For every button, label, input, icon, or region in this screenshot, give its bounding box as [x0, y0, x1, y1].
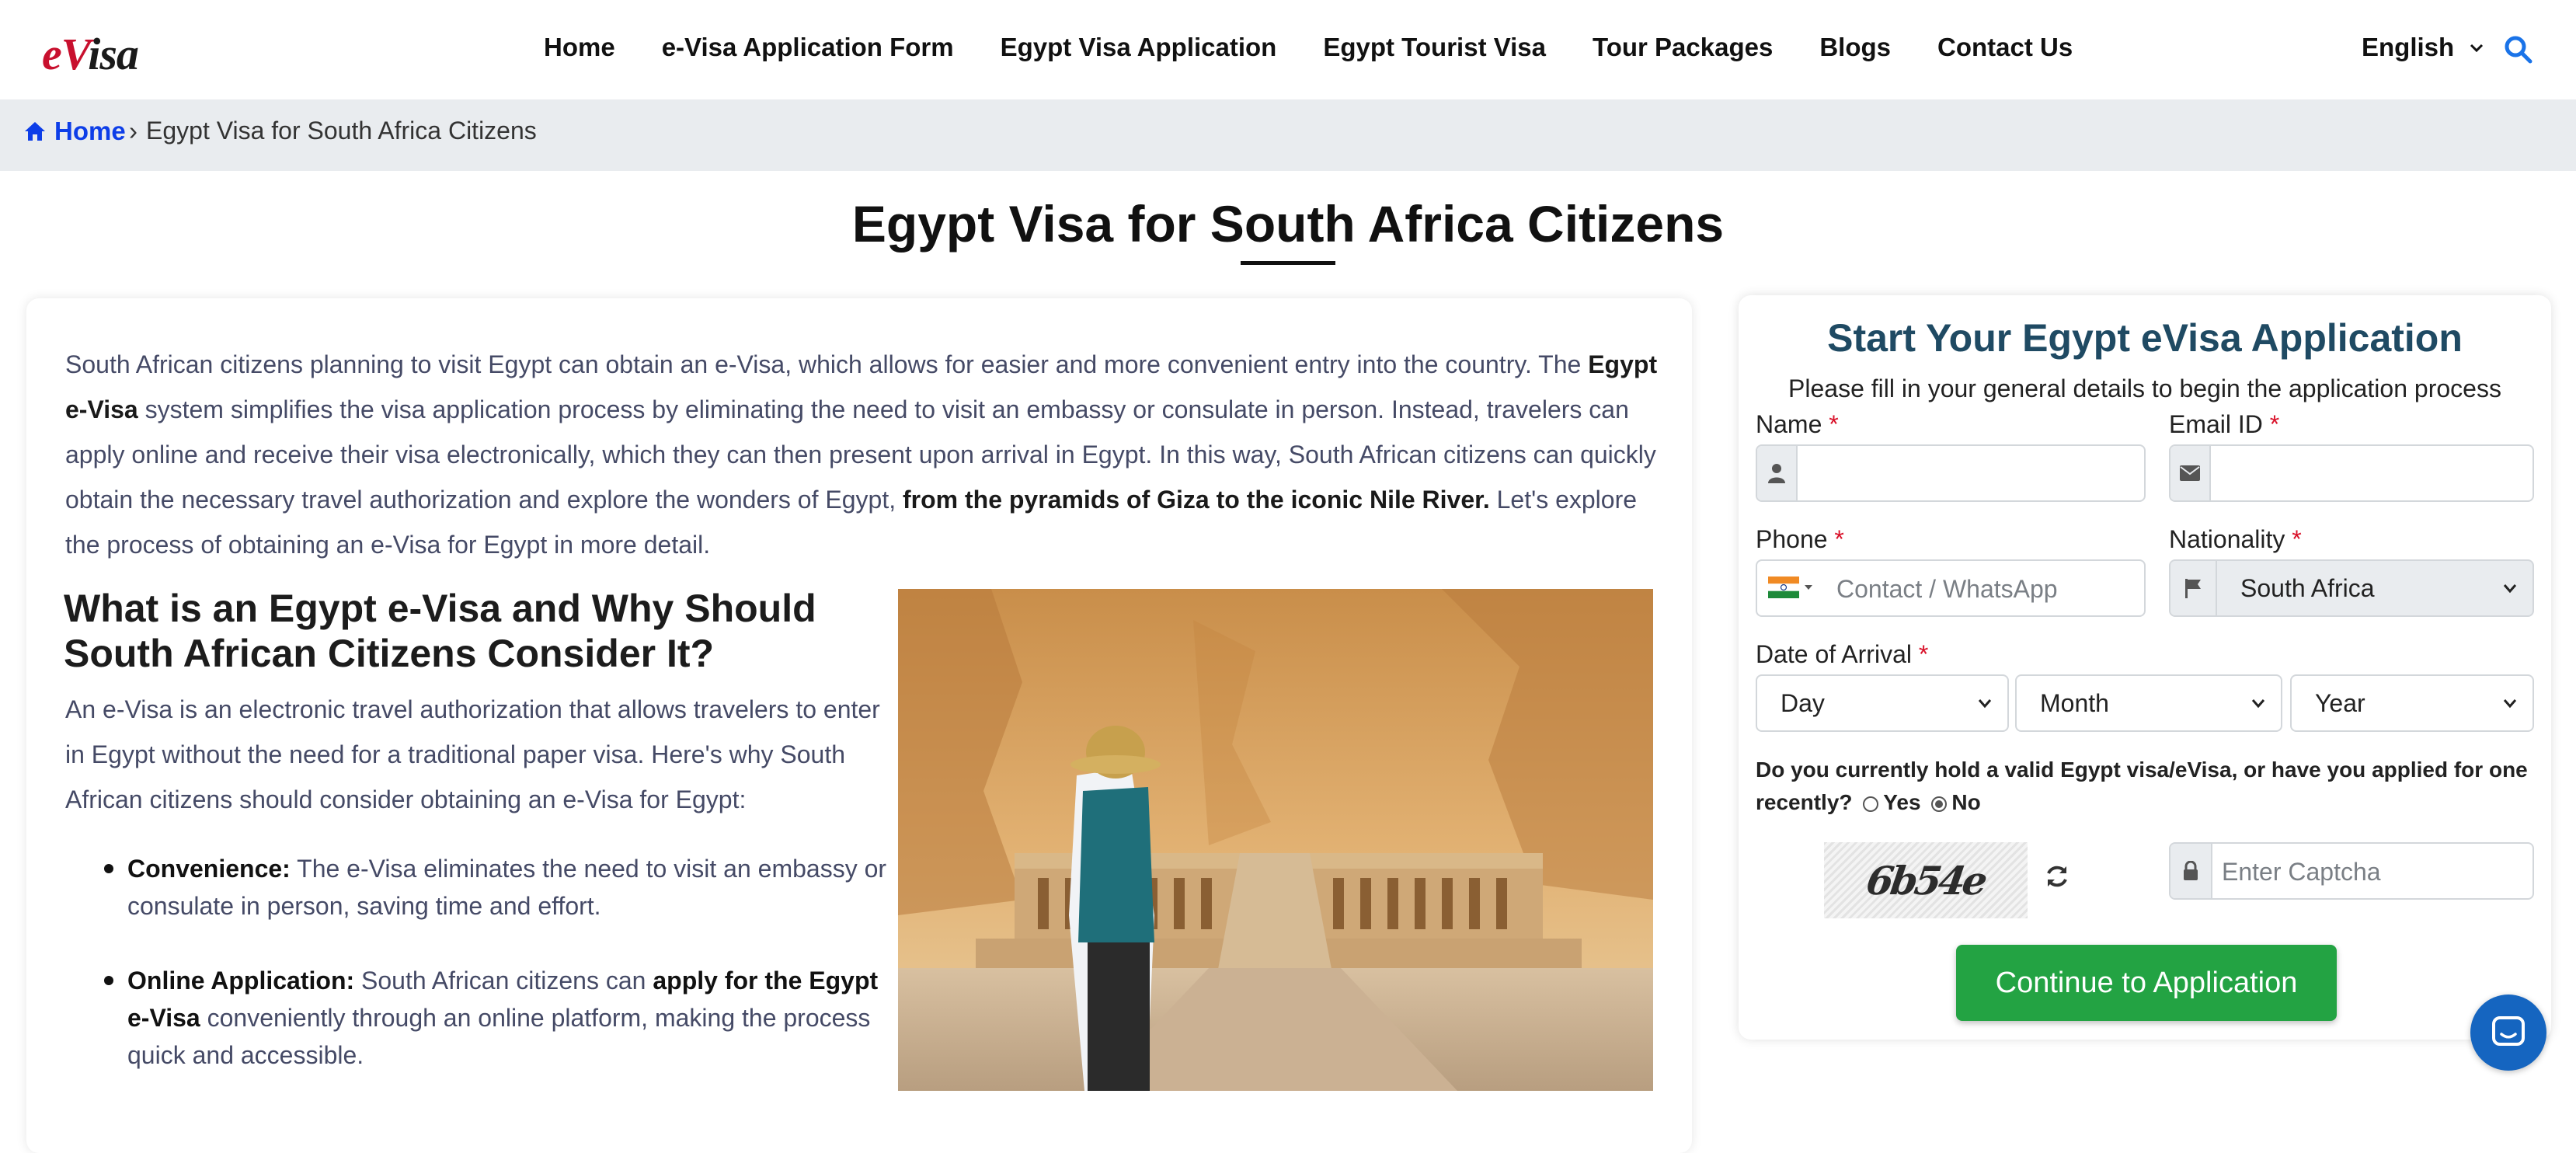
- flag-icon: [2170, 561, 2217, 615]
- month-value: Month: [2040, 689, 2109, 717]
- chat-button[interactable]: [2470, 995, 2546, 1071]
- nav-egypt-tourist-visa[interactable]: Egypt Tourist Visa: [1323, 33, 1546, 62]
- radio-yes[interactable]: [1863, 796, 1879, 812]
- name-input[interactable]: [1801, 446, 2141, 502]
- search-icon[interactable]: [2503, 34, 2534, 65]
- india-flag-icon: [1768, 576, 1799, 598]
- radio-yes-label: Yes: [1883, 790, 1921, 814]
- existing-visa-question: Do you currently hold a valid Egypt visa…: [1756, 758, 2528, 814]
- section-heading: What is an Egypt e-Visa and Why Should S…: [64, 587, 816, 675]
- day-value: Day: [1781, 689, 1825, 717]
- chevron-down-icon: [1805, 585, 1812, 590]
- envelope-icon: [2170, 446, 2211, 500]
- lock-icon: [2170, 844, 2212, 898]
- arrival-label: Date of Arrival *: [1756, 640, 1929, 668]
- phone-input[interactable]: [1835, 561, 2141, 617]
- breadcrumb-separator: ›: [129, 117, 138, 145]
- nationality-select[interactable]: South Africa: [2169, 559, 2534, 617]
- phone-field[interactable]: [1756, 559, 2146, 617]
- nationality-label: Nationality *: [2169, 525, 2302, 553]
- section-paragraph: An e-Visa is an electronic travel author…: [65, 695, 880, 813]
- nav-egypt-visa-application[interactable]: Egypt Visa Application: [1001, 33, 1277, 62]
- email-label: Email ID *: [2169, 410, 2280, 438]
- arrival-month-select[interactable]: Month: [2015, 674, 2282, 732]
- radio-no[interactable]: [1931, 796, 1948, 812]
- home-icon: [25, 122, 45, 141]
- traveler-temple-photo: [898, 589, 1653, 1091]
- user-icon: [1757, 446, 1798, 500]
- radio-no-label: No: [1951, 790, 1981, 814]
- breadcrumb-home-label: Home: [54, 117, 126, 145]
- captcha-input[interactable]: [2220, 844, 2536, 900]
- content-card: South African citizens planning to visit…: [26, 298, 1692, 1153]
- application-form-card: Start Your Egypt eVisa Application Pleas…: [1739, 295, 2551, 1040]
- language-select[interactable]: English: [2362, 33, 2454, 62]
- breadcrumb-current: Egypt Visa for South Africa Citizens: [146, 117, 537, 145]
- arrival-day-select[interactable]: Day: [1756, 674, 2009, 732]
- year-value: Year: [2315, 689, 2365, 717]
- chevron-down-icon: [2503, 699, 2517, 709]
- nav-evisa-application-form[interactable]: e-Visa Application Form: [662, 33, 954, 62]
- captcha-image: 6b54e: [1824, 842, 2028, 918]
- evisa-logo[interactable]: eVisa: [42, 28, 139, 80]
- captcha-field[interactable]: [2169, 842, 2536, 900]
- form-title: Start Your Egypt eVisa Application: [1827, 316, 2463, 360]
- intro-paragraph: South African citizens planning to visit…: [65, 350, 1658, 559]
- nationality-value: South Africa: [2240, 574, 2375, 602]
- country-code-select[interactable]: [1768, 576, 1813, 598]
- arrival-year-select[interactable]: Year: [2290, 674, 2534, 732]
- site-header: eVisa Home e-Visa Application Form Egypt…: [0, 0, 2576, 99]
- name-field[interactable]: [1756, 444, 2146, 502]
- continue-button[interactable]: Continue to Application: [1956, 945, 2337, 1021]
- page-title: Egypt Visa for South Africa Citizens: [851, 195, 1725, 253]
- nav-blogs[interactable]: Blogs: [1819, 33, 1891, 62]
- refresh-icon[interactable]: [2043, 862, 2071, 890]
- form-subtitle: Please fill in your general details to b…: [1788, 374, 2501, 402]
- benefits-list: Convenience: The e-Visa eliminates the n…: [65, 850, 904, 1111]
- chevron-down-icon: [2503, 584, 2517, 594]
- title-underline: [1241, 261, 1335, 265]
- chevron-down-icon: [2251, 699, 2265, 709]
- list-item: Online Application: South African citize…: [65, 962, 904, 1074]
- nav-home[interactable]: Home: [544, 33, 615, 62]
- nav-contact-us[interactable]: Contact Us: [1937, 33, 2073, 62]
- chat-icon: [2492, 1016, 2525, 1046]
- breadcrumb: Home › Egypt Visa for South Africa Citiz…: [0, 99, 2576, 171]
- chevron-down-icon[interactable]: [2467, 39, 2486, 57]
- email-input[interactable]: [2214, 446, 2529, 502]
- list-item: Convenience: The e-Visa eliminates the n…: [65, 850, 904, 925]
- name-label: Name *: [1756, 410, 1839, 438]
- nav-tour-packages[interactable]: Tour Packages: [1593, 33, 1773, 62]
- email-field[interactable]: [2169, 444, 2534, 502]
- chevron-down-icon: [1978, 699, 1992, 709]
- phone-label: Phone *: [1756, 525, 1844, 553]
- main-nav: Home e-Visa Application Form Egypt Visa …: [544, 33, 2073, 62]
- breadcrumb-home-link[interactable]: Home: [23, 117, 126, 146]
